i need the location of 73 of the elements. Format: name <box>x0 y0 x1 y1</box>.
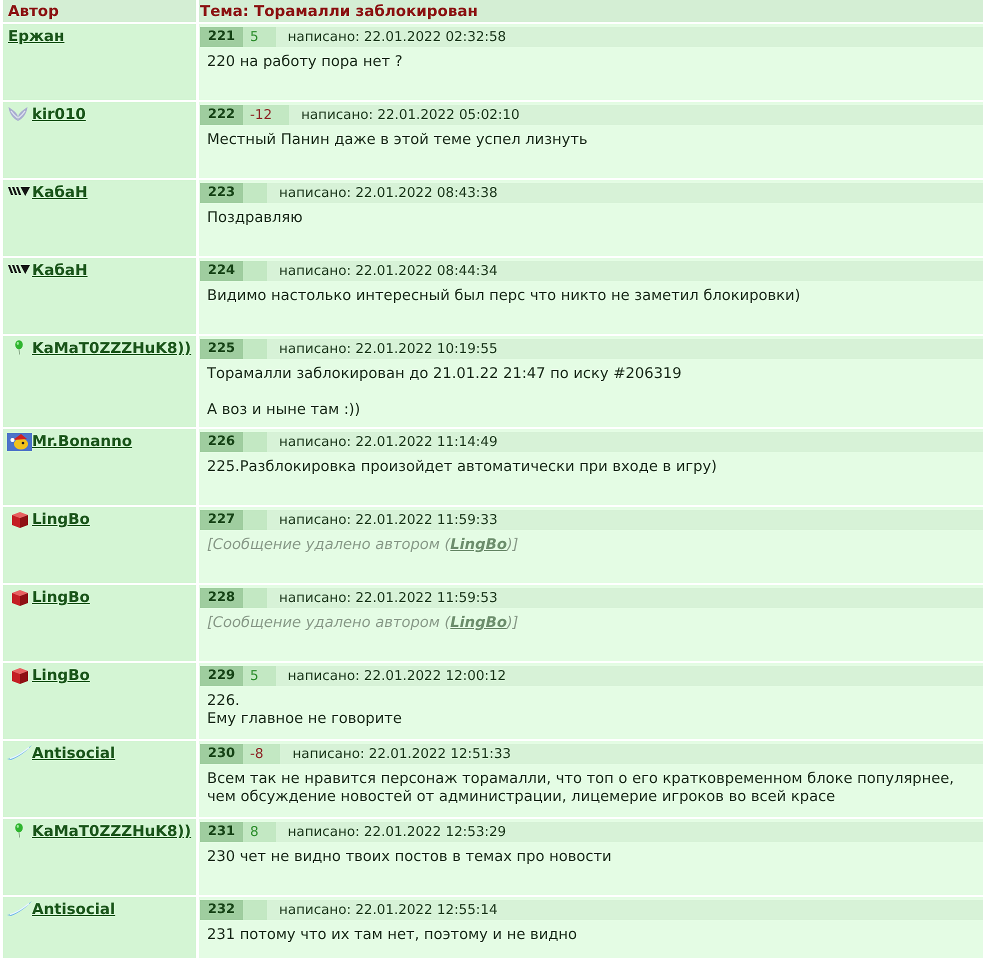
balloon-icon <box>15 340 23 355</box>
santa-hat-avatar-icon <box>7 433 32 451</box>
post-date: написано: 22.01.2022 11:59:53 <box>278 589 498 608</box>
chevron-emblem-icon <box>8 187 30 196</box>
post-number: 230 <box>200 744 243 764</box>
chevron-emblem-icon <box>8 265 30 274</box>
post-number: 232 <box>200 900 243 920</box>
post-date: написано: 22.01.2022 02:32:58 <box>286 28 506 47</box>
author-link[interactable]: LingBo <box>32 666 90 684</box>
post-number: 228 <box>200 588 243 608</box>
post-number: 229 <box>200 666 243 686</box>
message-text: Видимо настолько интересный был перс что никто не заметил блокировки) <box>207 287 802 305</box>
post-date: написано: 22.01.2022 12:00:12 <box>286 667 506 686</box>
author-link[interactable]: Antisocial <box>32 744 116 762</box>
post-number: 227 <box>200 510 243 530</box>
message-text: 225.Разблокировка произойдет автоматически при входе в игру) <box>207 458 718 476</box>
author-link[interactable]: КабаН <box>32 261 88 279</box>
author-link[interactable]: KaMaT0ZZZHuK8)) <box>32 339 192 357</box>
rating-badge <box>243 900 267 920</box>
rating-badge <box>243 510 267 530</box>
post-date: написано: 22.01.2022 12:51:33 <box>291 745 512 764</box>
post-date: написано: 22.01.2022 10:19:55 <box>278 340 498 359</box>
message-text: Поздравляю <box>207 209 304 227</box>
post-date: написано: 22.01.2022 11:14:49 <box>278 433 498 452</box>
deleted-message-note: [Сообщение удалено автором (LingBo)] <box>207 536 520 554</box>
post-date: написано: 22.01.2022 08:43:38 <box>278 184 498 203</box>
rating-badge: -8 <box>243 744 280 764</box>
message-text: 230 чет не видно твоих постов в темах про новости <box>207 848 613 866</box>
author-link[interactable]: KaMaT0ZZZHuK8)) <box>32 822 192 840</box>
post-date: написано: 22.01.2022 12:53:29 <box>286 823 506 842</box>
post-date: написано: 22.01.2022 08:44:34 <box>278 262 498 281</box>
author-link[interactable]: LingBo <box>32 588 90 606</box>
message-text: 226. Ему главное не говорите <box>207 692 403 728</box>
streak-icon <box>7 901 32 916</box>
post-number: 222 <box>200 105 243 125</box>
author-link[interactable]: Antisocial <box>32 900 116 918</box>
topic-title: Тема: Торамалли заблокирован <box>199 0 983 22</box>
post-date: написано: 22.01.2022 05:02:10 <box>300 106 520 125</box>
author-link[interactable]: kir010 <box>32 105 86 123</box>
author-link[interactable]: Mr.Bonanno <box>32 432 132 450</box>
rating-badge <box>243 183 267 203</box>
column-header: Автор <box>3 0 196 22</box>
rating-badge <box>243 261 267 281</box>
rating-badge <box>243 432 267 452</box>
post-number: 231 <box>200 822 243 842</box>
message-text: Всем так не нравится персонаж торамалли, что топ о его кратковременном блоке популярнее, чем обсуждение новостей от администрации, лицемерие игроков во всей красе <box>207 770 955 806</box>
post-date: написано: 22.01.2022 11:59:33 <box>278 511 498 530</box>
message-text: 231 потому что их там нет, поэтому и не видно <box>207 926 578 944</box>
rating-badge: 5 <box>243 27 276 47</box>
post-number: 221 <box>200 27 243 47</box>
post-number: 224 <box>200 261 243 281</box>
post-number: 226 <box>200 432 243 452</box>
message-text: Торамалли заблокирован до 21.01.22 21:47 по иску #206319 А воз и ныне там :)) <box>207 365 683 419</box>
post-date: написано: 22.01.2022 12:55:14 <box>278 901 498 920</box>
rating-badge: 8 <box>243 822 276 842</box>
streak-icon <box>7 745 32 760</box>
author-link[interactable]: Ержан <box>8 27 64 45</box>
cube-icon <box>11 667 29 685</box>
rating-badge: 5 <box>243 666 276 686</box>
post-number: 225 <box>200 339 243 359</box>
cube-icon <box>11 511 29 529</box>
post-number: 223 <box>200 183 243 203</box>
rating-badge: -12 <box>243 105 290 125</box>
wings-icon <box>8 106 28 122</box>
author-link[interactable]: КабаН <box>32 183 88 201</box>
message-text: 220 на работу пора нет ? <box>207 53 404 71</box>
rating-badge <box>243 588 267 608</box>
message-text: Местный Панин даже в этой теме успел лизнуть <box>207 131 589 149</box>
deleted-message-note: [Сообщение удалено автором (LingBo)] <box>207 614 520 632</box>
balloon-icon <box>15 823 23 838</box>
author-link[interactable]: LingBo <box>32 510 90 528</box>
rating-badge <box>243 339 267 359</box>
cube-icon <box>11 589 29 607</box>
